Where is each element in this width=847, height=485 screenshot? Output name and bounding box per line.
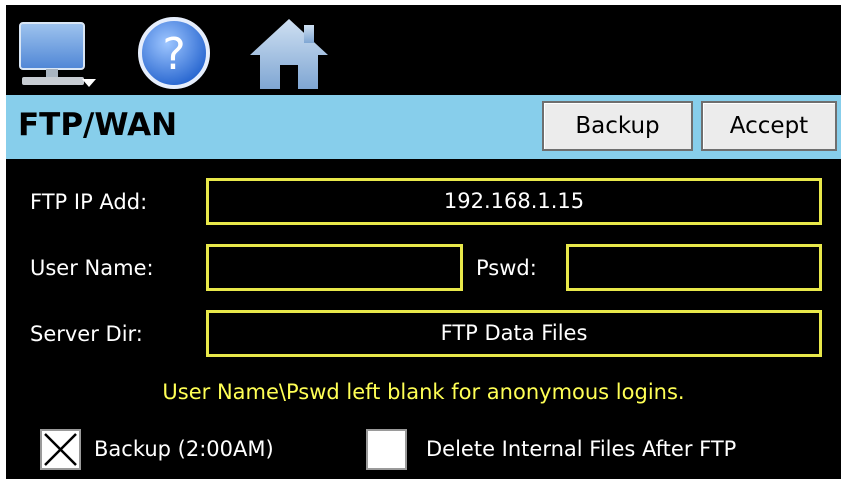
ftp-ip-label: FTP IP Add:: [30, 190, 148, 214]
monitor-icon[interactable]: [16, 13, 98, 91]
accept-button[interactable]: Accept: [701, 101, 837, 151]
server-dir-field[interactable]: FTP Data Files: [206, 310, 822, 357]
pswd-label: Pswd:: [476, 256, 537, 280]
pswd-field[interactable]: [566, 244, 822, 291]
svg-text:?: ?: [162, 29, 185, 80]
ftp-ip-field[interactable]: 192.168.1.15: [206, 178, 822, 225]
backup-button[interactable]: Backup: [542, 101, 693, 151]
anonymous-login-note: User Name\Pswd left blank for anonymous …: [162, 380, 685, 404]
server-dir-label: Server Dir:: [30, 322, 143, 346]
backup-checkbox[interactable]: [40, 429, 81, 470]
home-icon[interactable]: [246, 13, 332, 91]
check-x-icon: [44, 433, 77, 466]
title-bar: FTP/WAN Backup Accept: [6, 95, 841, 159]
user-name-field[interactable]: [206, 244, 463, 291]
backup-checkbox-label[interactable]: Backup (2:00AM): [94, 429, 274, 470]
delete-files-checkbox[interactable]: [366, 429, 407, 470]
help-icon[interactable]: ?: [134, 13, 216, 91]
ftp-wan-screen: ? FTP/WAN Backup Accept FTP IP Add: 192.…: [6, 5, 841, 479]
page-title: FTP/WAN: [18, 107, 178, 143]
user-name-label: User Name:: [30, 256, 154, 280]
delete-files-checkbox-label[interactable]: Delete Internal Files After FTP: [426, 429, 736, 470]
